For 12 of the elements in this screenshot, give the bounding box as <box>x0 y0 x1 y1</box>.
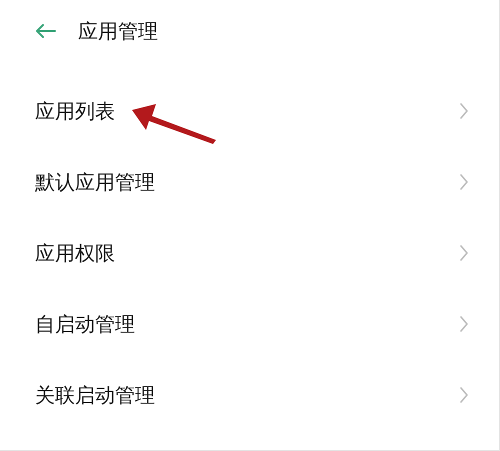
settings-item[interactable]: 关联启动管理 <box>0 359 499 430</box>
settings-item[interactable]: 应用列表 <box>0 75 499 146</box>
settings-item[interactable]: 应用权限 <box>0 217 499 288</box>
chevron-icon <box>459 244 469 262</box>
settings-item[interactable]: 默认应用管理 <box>0 146 499 217</box>
chevron-icon <box>459 172 469 190</box>
page-title: 应用管理 <box>78 18 158 45</box>
chevron-icon <box>459 314 469 332</box>
chevron-icon <box>459 386 469 404</box>
chevron-icon <box>459 102 469 120</box>
back-icon[interactable] <box>34 23 56 39</box>
settings-item[interactable]: 自启动管理 <box>0 288 499 359</box>
